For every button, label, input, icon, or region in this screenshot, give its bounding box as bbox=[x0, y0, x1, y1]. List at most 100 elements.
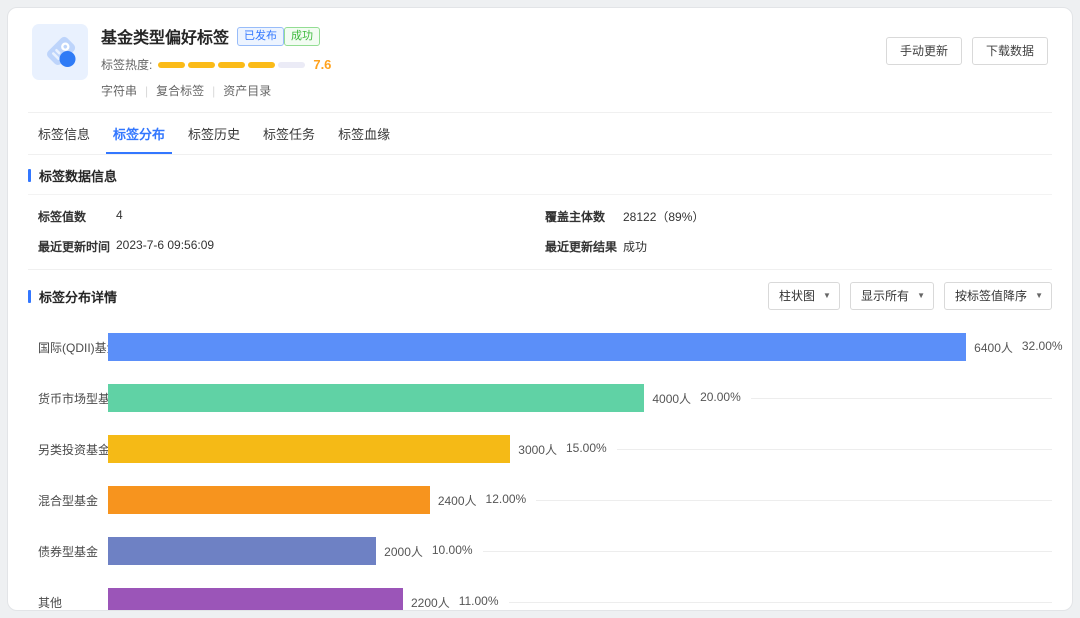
bar[interactable] bbox=[108, 537, 376, 565]
bar-percent-value: 10.00% bbox=[432, 543, 473, 560]
tab-3[interactable]: 标签任务 bbox=[256, 113, 322, 154]
info-field-value: 28122（89%） bbox=[623, 208, 704, 225]
data-info-title-row: 标签数据信息 bbox=[28, 155, 1052, 195]
chart-bar-row: 国际(QDII)基金6400人32.00% bbox=[38, 333, 1052, 361]
chart-rows: 国际(QDII)基金6400人32.00% 货币市场型基金 4000人 20.00% 另… bbox=[38, 333, 1052, 611]
info-field-value: 2023-7-6 09:56:09 bbox=[116, 238, 214, 255]
bar-people-value: 2200人 bbox=[411, 594, 450, 611]
info-field: 最近更新时间2023-7-6 09:56:09 bbox=[38, 238, 545, 255]
tag-icon-glyph bbox=[42, 34, 78, 70]
bar-value-label: 3000人 15.00% bbox=[518, 441, 606, 458]
meta-tag: 字符串 bbox=[101, 84, 137, 98]
bar-plot-area: 6400人32.00% bbox=[108, 333, 1052, 361]
category-label: 国际(QDII)基金 bbox=[38, 339, 108, 356]
bar-plot-area: 2200人 11.00% bbox=[108, 588, 1052, 611]
info-field-label: 标签值数 bbox=[38, 208, 116, 225]
header: 基金类型偏好标签 已发布成功 标签热度: 7.6 字符串|复合标签|资产目录 手… bbox=[28, 8, 1052, 112]
bar[interactable] bbox=[108, 588, 403, 611]
tag-icon bbox=[32, 24, 88, 80]
category-label: 另类投资基金 bbox=[38, 441, 108, 458]
chart-bar-row: 另类投资基金 3000人 15.00% bbox=[38, 435, 1052, 463]
data-info-fields: 标签值数4覆盖主体数28122（89%）最近更新时间2023-7-6 09:56… bbox=[28, 195, 1052, 269]
select-value: 柱状图 bbox=[779, 287, 815, 304]
accent-bar bbox=[28, 290, 31, 303]
chart-bar-row: 货币市场型基金 4000人 20.00% bbox=[38, 384, 1052, 412]
bar-people-value: 4000人 bbox=[652, 390, 691, 407]
chart-select-1[interactable]: 显示所有 ▼ bbox=[850, 282, 934, 310]
bar-percent-value: 11.00% bbox=[459, 594, 499, 611]
distribution-head: 标签分布详情 柱状图▼显示所有▼按标签值降序▼ bbox=[28, 270, 1052, 321]
distribution-title-row: 标签分布详情 bbox=[28, 276, 117, 315]
bar-plot-area: 4000人 20.00% bbox=[108, 384, 1052, 412]
chart-bar-row: 其他 2200人 11.00% bbox=[38, 588, 1052, 611]
bar-value-label: 2400人12.00% bbox=[438, 492, 526, 509]
meta-separator: | bbox=[145, 84, 148, 98]
bar-percent-value: 20.00% bbox=[700, 390, 741, 407]
tab-0[interactable]: 标签信息 bbox=[31, 113, 97, 154]
leader-line bbox=[751, 398, 1052, 399]
bar-value-label: 2000人 10.00% bbox=[384, 543, 472, 560]
meta-tag: 复合标签 bbox=[156, 84, 204, 98]
heat-value: 7.6 bbox=[313, 57, 331, 72]
section-distribution: 标签分布详情 柱状图▼显示所有▼按标签值降序▼ 国际(QDII)基金6400人3… bbox=[28, 270, 1052, 611]
category-label: 债券型基金 bbox=[38, 543, 108, 560]
category-label: 其他 bbox=[38, 594, 108, 611]
category-label: 货币市场型基金 bbox=[38, 390, 108, 407]
leader-line bbox=[509, 602, 1052, 603]
tag-meta: 字符串|复合标签|资产目录 bbox=[101, 82, 331, 99]
heat-label: 标签热度: bbox=[101, 56, 152, 73]
chevron-down-icon: ▼ bbox=[1035, 291, 1043, 300]
download-data-button[interactable]: 下载数据 bbox=[972, 37, 1048, 65]
section-title-text: 标签数据信息 bbox=[39, 166, 117, 185]
tag-detail-card: 基金类型偏好标签 已发布成功 标签热度: 7.6 字符串|复合标签|资产目录 手… bbox=[7, 7, 1073, 611]
header-actions: 手动更新下载数据 bbox=[886, 37, 1048, 65]
section-data-info: 标签数据信息 标签值数4覆盖主体数28122（89%）最近更新时间2023-7-… bbox=[28, 155, 1052, 269]
page-title: 基金类型偏好标签 bbox=[101, 24, 229, 48]
bar-value-label: 4000人 20.00% bbox=[652, 390, 740, 407]
bar-percent-value: 32.00% bbox=[1022, 339, 1063, 356]
bar-plot-area: 2400人12.00% bbox=[108, 486, 1052, 514]
chevron-down-icon: ▼ bbox=[823, 291, 831, 300]
chart-select-0[interactable]: 柱状图 ▼ bbox=[768, 282, 840, 310]
status-badges: 已发布成功 bbox=[237, 26, 320, 46]
bar-people-value: 3000人 bbox=[518, 441, 557, 458]
leader-line bbox=[536, 500, 1052, 501]
status-badge: 成功 bbox=[284, 27, 320, 46]
chevron-down-icon: ▼ bbox=[917, 291, 925, 300]
bar-plot-area: 3000人 15.00% bbox=[108, 435, 1052, 463]
heat-segment bbox=[278, 62, 305, 68]
bar-people-value: 6400人 bbox=[974, 339, 1013, 356]
manual-update-button[interactable]: 手动更新 bbox=[886, 37, 962, 65]
tab-1[interactable]: 标签分布 bbox=[106, 113, 172, 154]
chart-select-2[interactable]: 按标签值降序▼ bbox=[944, 282, 1052, 310]
distribution-chart: 国际(QDII)基金6400人32.00% 货币市场型基金 4000人 20.00% 另… bbox=[28, 333, 1052, 611]
bar-plot-area: 2000人 10.00% bbox=[108, 537, 1052, 565]
info-field-label: 最近更新时间 bbox=[38, 238, 116, 255]
bar[interactable] bbox=[108, 486, 430, 514]
bar[interactable] bbox=[108, 435, 510, 463]
chart-bar-row: 混合型基金 2400人12.00% bbox=[38, 486, 1052, 514]
bar-percent-value: 15.00% bbox=[566, 441, 607, 458]
leader-line bbox=[483, 551, 1052, 552]
heat-progress-bar bbox=[158, 62, 305, 68]
bar-value-label: 6400人 32.00% bbox=[974, 339, 1062, 356]
tab-bar: 标签信息标签分布标签历史标签任务标签血缘 bbox=[28, 112, 1052, 155]
status-badge: 已发布 bbox=[237, 27, 284, 46]
select-value: 显示所有 bbox=[861, 287, 909, 304]
bar-people-value: 2000人 bbox=[384, 543, 423, 560]
tab-2[interactable]: 标签历史 bbox=[181, 113, 247, 154]
section-title-text: 标签分布详情 bbox=[39, 287, 117, 306]
category-label: 混合型基金 bbox=[38, 492, 108, 509]
tab-4[interactable]: 标签血缘 bbox=[331, 113, 397, 154]
info-field: 覆盖主体数28122（89%） bbox=[545, 208, 1052, 225]
page-background: 基金类型偏好标签 已发布成功 标签热度: 7.6 字符串|复合标签|资产目录 手… bbox=[0, 0, 1080, 618]
meta-separator: | bbox=[212, 84, 215, 98]
info-field-value: 成功 bbox=[623, 238, 647, 255]
bar-percent-value: 12.00% bbox=[486, 492, 527, 509]
header-info: 基金类型偏好标签 已发布成功 标签热度: 7.6 字符串|复合标签|资产目录 bbox=[101, 24, 331, 99]
bar[interactable] bbox=[108, 333, 966, 361]
heat-segment bbox=[218, 62, 245, 68]
bar[interactable] bbox=[108, 384, 644, 412]
heat-segment bbox=[248, 62, 275, 68]
info-field-value: 4 bbox=[116, 208, 123, 225]
